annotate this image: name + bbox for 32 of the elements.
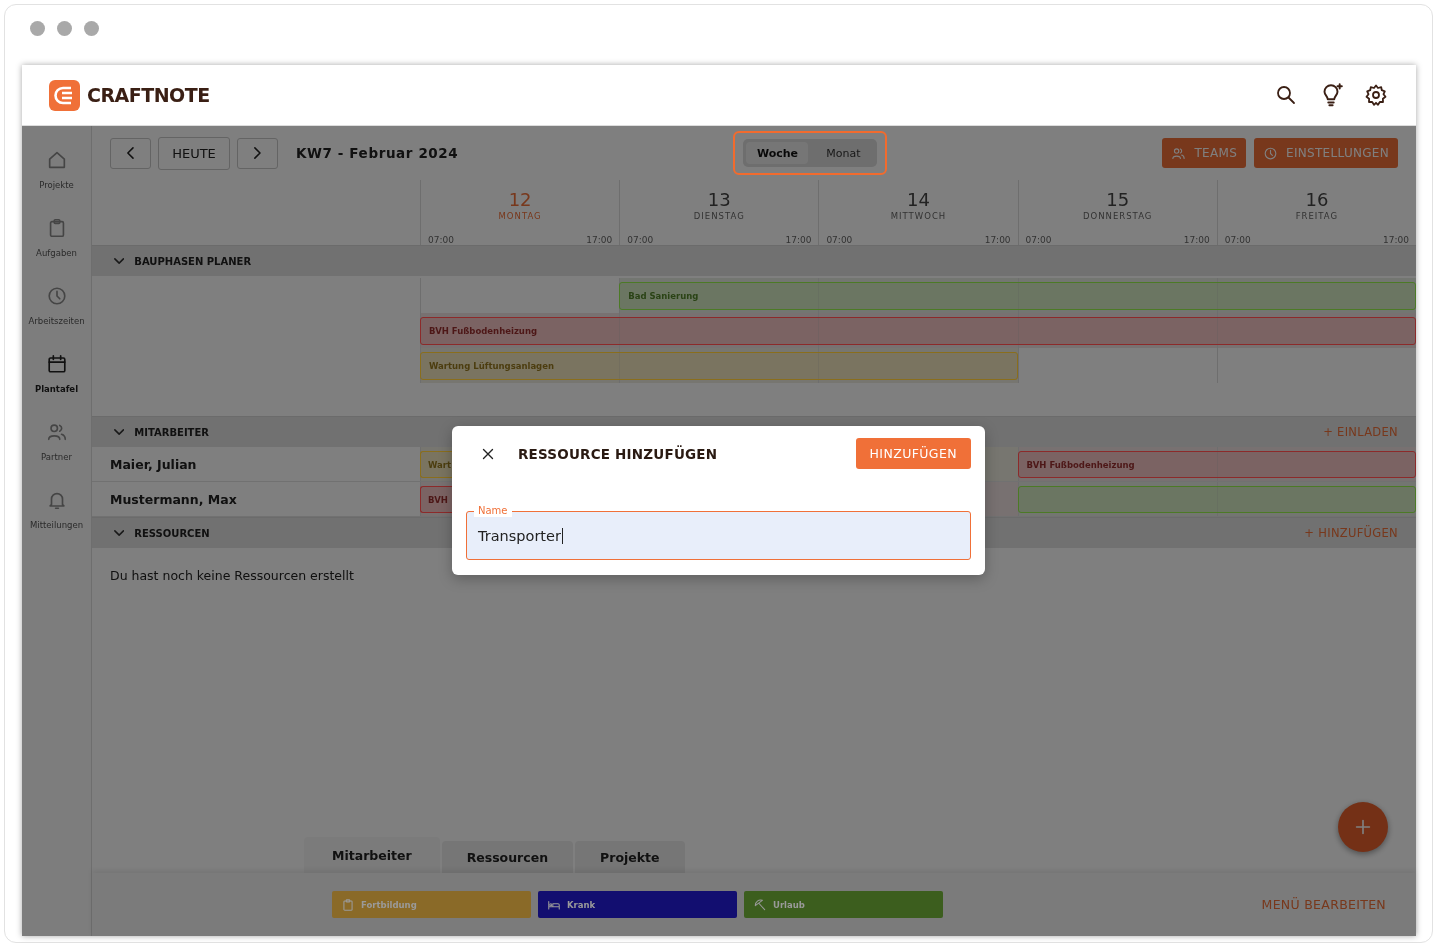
bar-label: Wart (428, 459, 452, 470)
start-time: 07:00 (1224, 235, 1251, 245)
weekday-label: MONTAG (498, 211, 542, 221)
start-time: 07:00 (826, 235, 853, 245)
day-number: 13 (707, 190, 731, 210)
end-time: 17:00 (785, 235, 812, 245)
day-number: 14 (907, 190, 930, 210)
start-time: 07:00 (627, 235, 654, 245)
day-number: 15 (1106, 190, 1130, 210)
week-title: KW7 - Februar 2024 (296, 145, 459, 161)
row-label: Mustermann, Max (109, 491, 238, 507)
day-number: 16 (1305, 190, 1329, 210)
weekday-label: FREITAG (1295, 211, 1339, 221)
bar-label: Bad Sanierung (628, 291, 699, 301)
end-time: 17:00 (1183, 235, 1210, 245)
end-time: 17:00 (586, 235, 613, 245)
app-logo-text: CRAFTNOTE (87, 84, 210, 106)
empty-state-text: Du hast noch keine Ressourcen erstellt (109, 567, 355, 585)
start-time: 07:00 (428, 235, 454, 245)
end-time: 17:00 (1383, 235, 1409, 245)
bar-label: BVH Fußbodenheizung (1026, 459, 1135, 470)
weekday-label: MITTWOCH (890, 211, 947, 221)
weekday-label: DONNERSTAG (1083, 211, 1153, 221)
weekday-label: DIENSTAG (693, 211, 745, 221)
bar-label: BVH (428, 494, 448, 505)
start-time: 07:00 (1025, 235, 1052, 245)
dialog-title: RESSOURCE HINZUFÜGEN (518, 445, 718, 462)
row-label: Maier, Julian (109, 456, 198, 472)
bar-label: BVH Fußbodenheizung (429, 326, 538, 336)
bar-label: Wartung Lüftungsanlagen (429, 361, 555, 371)
day-number: 12 (508, 190, 532, 210)
end-time: 17:00 (984, 235, 1011, 245)
